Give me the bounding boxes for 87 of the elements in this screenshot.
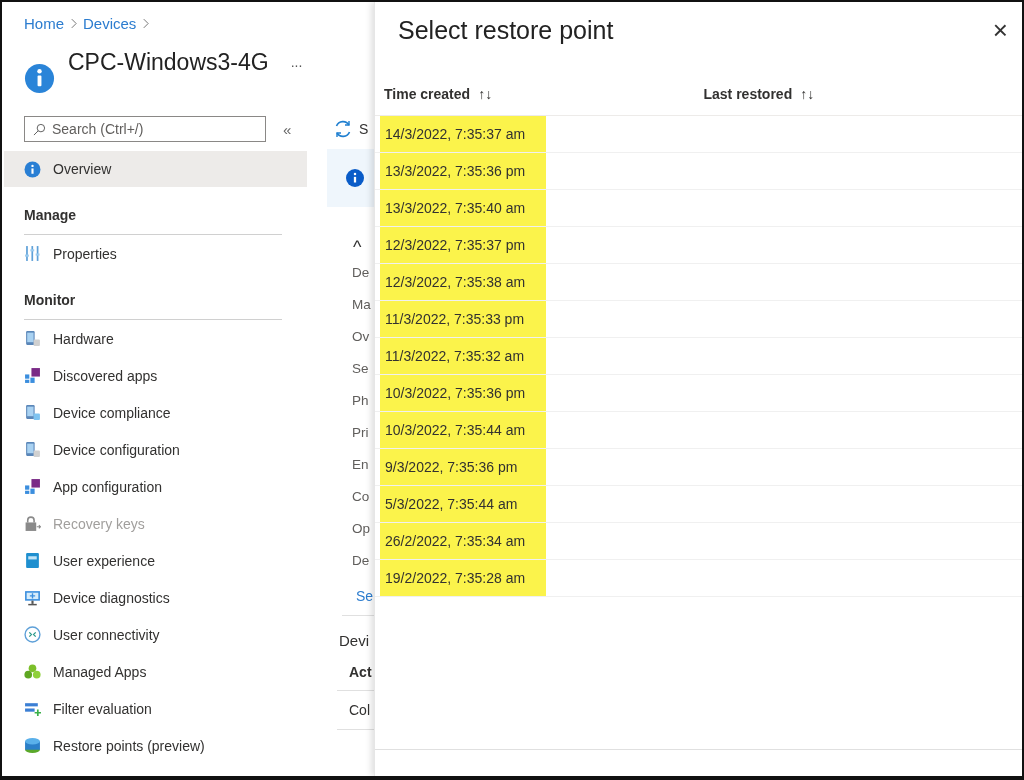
table-row[interactable]: 26/2/2022, 7:35:34 am bbox=[375, 523, 1022, 560]
table-cell: Col bbox=[337, 691, 374, 730]
table-cell: 5/3/2022, 7:35:44 am bbox=[380, 486, 546, 522]
field-label: Pri bbox=[351, 424, 370, 442]
table-row[interactable]: 5/3/2022, 7:35:44 am bbox=[375, 486, 1022, 523]
field-label: De bbox=[351, 552, 371, 570]
table-cell: 13/3/2022, 7:35:40 am bbox=[380, 190, 546, 226]
lock-icon bbox=[24, 515, 41, 532]
table-row[interactable]: 9/3/2022, 7:35:36 pm bbox=[375, 449, 1022, 486]
nav-item[interactable]: Managed Apps bbox=[4, 653, 307, 690]
section-heading: Manage bbox=[24, 187, 282, 235]
nav-item[interactable]: App configuration bbox=[4, 468, 307, 505]
info-icon bbox=[24, 63, 55, 94]
section-heading: Monitor bbox=[24, 272, 282, 320]
device-icon bbox=[24, 441, 41, 458]
column-header: Act bbox=[337, 654, 374, 691]
device-icon bbox=[24, 404, 41, 421]
nav-item[interactable]: Device compliance bbox=[4, 394, 307, 431]
table-cell: 14/3/2022, 7:35:37 am bbox=[380, 116, 546, 152]
nav-item[interactable]: Overview bbox=[4, 151, 307, 187]
sliders-icon bbox=[24, 245, 41, 262]
panel-title: Select restore point bbox=[398, 15, 614, 45]
field-label: Op bbox=[351, 520, 371, 538]
table-cell: 11/3/2022, 7:35:32 am bbox=[380, 338, 546, 374]
refresh-icon bbox=[333, 119, 353, 139]
close-button[interactable]: × bbox=[988, 17, 1012, 43]
more-button[interactable]: ... bbox=[286, 52, 307, 72]
collapse-button[interactable]: « bbox=[280, 120, 295, 138]
database-icon bbox=[24, 737, 41, 754]
table-cell: 9/3/2022, 7:35:36 pm bbox=[380, 449, 546, 485]
see-more-link[interactable]: Se bbox=[342, 577, 374, 616]
column-header[interactable]: Time created ↑↓ bbox=[383, 82, 703, 106]
field-label: Se bbox=[351, 360, 370, 378]
table-row[interactable]: 14/3/2022, 7:35:37 am bbox=[375, 116, 1022, 153]
field-label: Co bbox=[351, 488, 371, 506]
nav-item[interactable]: Hardware bbox=[4, 320, 307, 357]
field-label: Ph bbox=[351, 392, 370, 410]
connection-icon bbox=[24, 626, 41, 643]
nav-item[interactable]: User experience bbox=[4, 542, 307, 579]
nav-item[interactable]: Device configuration bbox=[4, 431, 307, 468]
field-label: De bbox=[351, 264, 371, 282]
nav-item[interactable]: User connectivity bbox=[4, 616, 307, 653]
info-icon bbox=[346, 169, 364, 187]
cluster-icon bbox=[24, 663, 41, 680]
nav-item[interactable]: Properties bbox=[4, 235, 307, 272]
breadcrumb-link[interactable]: Home bbox=[24, 14, 64, 32]
table-cell: 12/3/2022, 7:35:37 pm bbox=[380, 227, 546, 263]
table-row[interactable]: 10/3/2022, 7:35:44 am bbox=[375, 412, 1022, 449]
table-cell: 10/3/2022, 7:35:44 am bbox=[380, 412, 546, 448]
nav-item[interactable]: Discovered apps bbox=[4, 357, 307, 394]
table-row[interactable]: 10/3/2022, 7:35:36 pm bbox=[375, 375, 1022, 412]
filter-list-icon bbox=[24, 700, 41, 717]
toolbar-button[interactable]: S bbox=[359, 121, 369, 137]
section-title: Devi bbox=[338, 632, 370, 651]
table-row[interactable]: 11/3/2022, 7:35:32 am bbox=[375, 338, 1022, 375]
breadcrumb-link[interactable]: Devices bbox=[83, 14, 137, 32]
nav-item[interactable]: Restore points (preview) bbox=[4, 727, 307, 764]
chevron-right-icon bbox=[142, 17, 150, 29]
table-row[interactable]: 13/3/2022, 7:35:36 pm bbox=[375, 153, 1022, 190]
monitor-icon bbox=[24, 589, 41, 606]
nav-item[interactable]: Filter evaluation bbox=[4, 690, 307, 727]
table-row[interactable]: 13/3/2022, 7:35:40 am bbox=[375, 190, 1022, 227]
table-cell: 26/2/2022, 7:35:34 am bbox=[380, 523, 546, 559]
info-icon bbox=[24, 160, 41, 178]
search-field[interactable]: Search (Ctrl+/) bbox=[24, 116, 266, 142]
device-icon bbox=[24, 330, 41, 347]
nav-item[interactable]: Device diagnostics bbox=[4, 579, 307, 616]
table-cell: 10/3/2022, 7:35:36 pm bbox=[380, 375, 546, 411]
apps-icon bbox=[24, 367, 41, 384]
field-label: Ma bbox=[351, 296, 372, 314]
field-label: En bbox=[351, 456, 370, 474]
column-header[interactable]: Last restored ↑↓ bbox=[702, 82, 1022, 106]
table-cell: 13/3/2022, 7:35:36 pm bbox=[380, 153, 546, 189]
table-row[interactable]: 12/3/2022, 7:35:38 am bbox=[375, 264, 1022, 301]
table-row[interactable]: 11/3/2022, 7:35:33 pm bbox=[375, 301, 1022, 338]
collapse-toggle[interactable]: ^ bbox=[353, 237, 362, 257]
field-label: Ov bbox=[351, 328, 371, 346]
device-title: CPC-Windows3-4G bbox=[68, 49, 269, 76]
book-icon bbox=[24, 552, 41, 569]
table-row[interactable]: 19/2/2022, 7:35:28 am bbox=[375, 560, 1022, 597]
table-cell: 19/2/2022, 7:35:28 am bbox=[380, 560, 546, 596]
table-cell: 12/3/2022, 7:35:38 am bbox=[380, 264, 546, 300]
chevron-right-icon bbox=[70, 17, 77, 29]
table-row[interactable]: 12/3/2022, 7:35:37 pm bbox=[375, 227, 1022, 264]
search-icon bbox=[33, 123, 46, 136]
table-cell: 11/3/2022, 7:35:33 pm bbox=[380, 301, 546, 337]
apps-icon bbox=[24, 478, 41, 495]
